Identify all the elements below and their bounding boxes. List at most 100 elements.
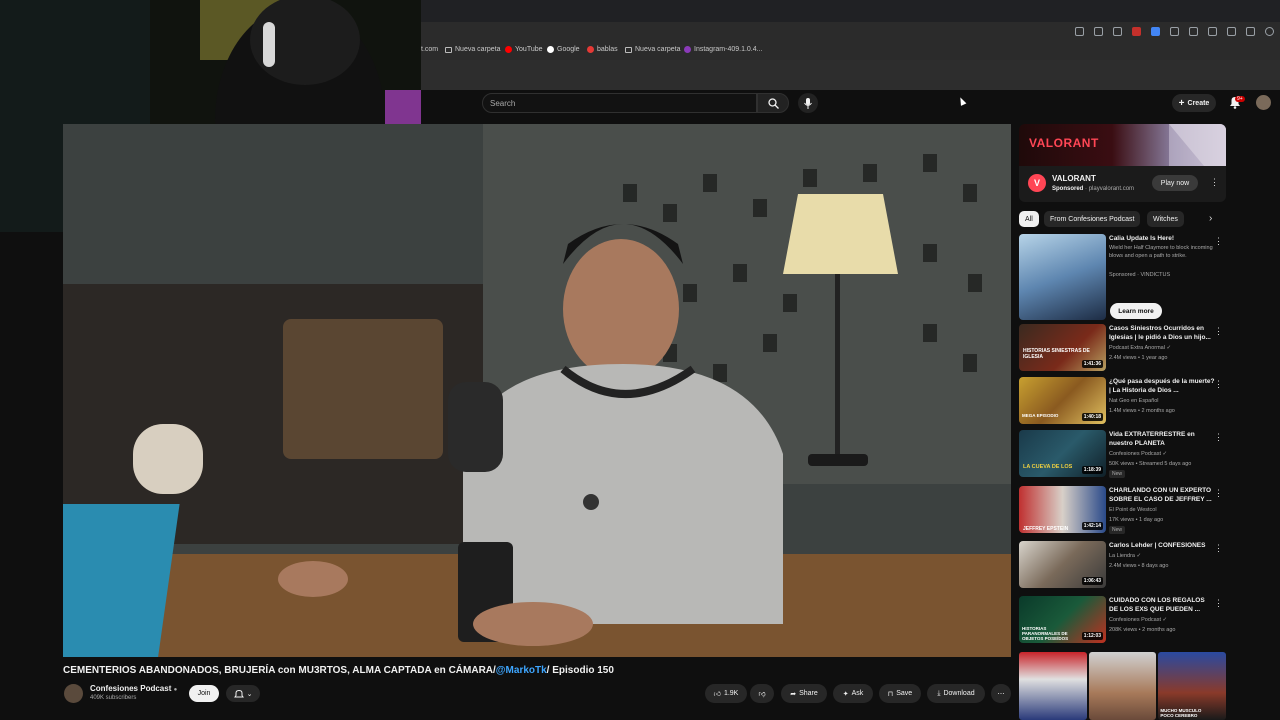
- profile-icon[interactable]: [1265, 27, 1274, 36]
- recommendation-item[interactable]: HISTORIAS PARANORMALES DE OBJETOS POSEÍD…: [1019, 596, 1226, 644]
- video-title: CEMENTERIOS ABANDONADOS, BRUJERÍA con MU…: [63, 665, 763, 676]
- video-thumbnail: HISTORIAS SINIESTRAS DE IGLESIA 1:41:36: [1019, 324, 1106, 371]
- google-icon: [547, 46, 554, 53]
- ad-more-icon[interactable]: ⋮: [1210, 178, 1219, 187]
- ad-banner[interactable]: VALORANT: [1019, 124, 1226, 166]
- bookmark-item[interactable]: Instagram-409.1.0.4...: [684, 46, 762, 53]
- bookmark-folder[interactable]: Nueva carpeta: [445, 46, 501, 53]
- learn-more-button[interactable]: Learn more: [1110, 303, 1162, 319]
- bookmark-label: Nueva carpeta: [635, 46, 681, 53]
- chip-witches[interactable]: Witches: [1147, 211, 1184, 227]
- short-thumbnail[interactable]: [1088, 652, 1157, 720]
- recommendation-item[interactable]: LA CUEVA DE LOS 1:18:39 Vida EXTRATERRES…: [1019, 430, 1226, 478]
- more-vertical-icon[interactable]: ⋮: [1214, 236, 1223, 247]
- short-thumbnail[interactable]: [1019, 652, 1087, 720]
- rec-meta: 208K views • 2 months ago: [1109, 627, 1176, 633]
- bookmark-item[interactable]: t.com: [421, 46, 438, 53]
- extension-icon[interactable]: [1227, 27, 1236, 36]
- bookmark-label: Nueva carpeta: [455, 46, 501, 53]
- more-horizontal-icon: ⋯: [997, 690, 1005, 698]
- extension-icons[interactable]: [1075, 27, 1274, 36]
- subscription-bell-button[interactable]: ⌄: [226, 685, 260, 702]
- bookmark-folder[interactable]: Nueva carpeta: [625, 46, 681, 53]
- voice-search-button[interactable]: [798, 93, 818, 113]
- ask-button[interactable]: ✦ Ask: [833, 684, 873, 703]
- dislike-button[interactable]: 👎︎: [750, 684, 774, 703]
- more-vertical-icon[interactable]: ⋮: [1214, 379, 1223, 390]
- chevron-right-icon[interactable]: ›: [1209, 213, 1212, 224]
- save-button[interactable]: ⊓ Save: [879, 684, 921, 703]
- recommendation-item[interactable]: 1:06:43 Carlos Lehder | CONFESIONES La L…: [1019, 541, 1226, 589]
- extension-icon[interactable]: [1170, 27, 1179, 36]
- play-now-button[interactable]: Play now: [1152, 175, 1198, 191]
- rec-channel: Nat Geo en Español: [1109, 398, 1159, 404]
- shorts-shelf[interactable]: MUCHO MUSCULO POCO CEREBRO: [1019, 652, 1227, 720]
- video-duration: 1:41:36: [1081, 360, 1103, 368]
- short-thumbnail[interactable]: MUCHO MUSCULO POCO CEREBRO: [1158, 652, 1227, 720]
- extension-icon[interactable]: [1113, 27, 1122, 36]
- rec-meta: 50K views • Streamed 5 days ago: [1109, 461, 1192, 467]
- more-vertical-icon[interactable]: ⋮: [1214, 488, 1223, 499]
- bookmark-label: YouTube: [515, 46, 543, 53]
- video-title-text: CEMENTERIOS ABANDONADOS, BRUJERÍA con MU…: [63, 665, 496, 676]
- thumbnail-text: HISTORIAS PARANORMALES DE OBJETOS POSEÍD…: [1022, 626, 1069, 641]
- download-icon[interactable]: [1189, 27, 1198, 36]
- cast-icon[interactable]: [1075, 27, 1084, 36]
- folder-icon: [625, 46, 632, 53]
- download-button[interactable]: ⤓ Download: [927, 684, 985, 703]
- more-vertical-icon[interactable]: ⋮: [1214, 598, 1223, 609]
- video-thumbnail: HISTORIAS PARANORMALES DE OBJETOS POSEÍD…: [1019, 596, 1106, 643]
- video-thumbnail: MEGA EPISODIO 1:40:18: [1019, 377, 1106, 424]
- bookmark-item[interactable]: Google: [547, 46, 580, 53]
- download-label: Download: [943, 690, 975, 697]
- sidebar-icon[interactable]: [1246, 27, 1255, 36]
- video-player[interactable]: [63, 124, 1011, 657]
- rec-channel: El Point de Westcol: [1109, 507, 1157, 513]
- sponsored-label: Sponsored: [1052, 186, 1084, 192]
- search-input[interactable]: Search: [482, 93, 757, 113]
- recommendation-item[interactable]: JEFFREY EPSTEIN 1:42:14 CHARLANDO CON UN…: [1019, 486, 1226, 534]
- more-vertical-icon[interactable]: ⋮: [1214, 432, 1223, 443]
- more-vertical-icon[interactable]: ⋮: [1214, 543, 1223, 554]
- more-vertical-icon[interactable]: ⋮: [1214, 326, 1223, 337]
- recommendation-item[interactable]: MEGA EPISODIO 1:40:18 ¿Qué pasa después …: [1019, 377, 1226, 425]
- rec-title: CUIDADO CON LOS REGALOS DE LOS EXS QUE P…: [1109, 597, 1205, 613]
- like-button[interactable]: 👍︎ 1.9K: [705, 684, 747, 703]
- folder-icon: [445, 46, 452, 53]
- extension-icon[interactable]: [1132, 27, 1141, 36]
- chip-from-channel[interactable]: From Confesiones Podcast: [1044, 211, 1141, 227]
- more-actions-button[interactable]: ⋯: [991, 684, 1011, 703]
- recommendation-item[interactable]: HISTORIAS SINIESTRAS DE IGLESIA 1:41:36 …: [1019, 324, 1226, 372]
- sparkle-icon: ✦: [842, 690, 849, 698]
- create-button[interactable]: + Create: [1172, 94, 1216, 112]
- bookmark-item[interactable]: YouTube: [505, 46, 543, 53]
- rec-channel: La Liendra ✓: [1109, 553, 1142, 559]
- new-badge: New: [1109, 470, 1126, 478]
- video-thumbnail: LA CUEVA DE LOS 1:18:39: [1019, 430, 1106, 477]
- new-badge: New: [1109, 526, 1126, 534]
- rec-title: Vida EXTRATERRESTRE en nuestro PLANETA: [1109, 431, 1195, 447]
- bookmark-item[interactable]: bablas: [587, 46, 618, 53]
- rec-meta: 17K views • 1 day ago: [1109, 517, 1164, 523]
- ad-title[interactable]: VALORANT: [1052, 174, 1096, 183]
- extension-icon[interactable]: [1208, 27, 1217, 36]
- channel-name[interactable]: Confesiones Podcast ●: [90, 684, 177, 693]
- account-avatar[interactable]: [1256, 95, 1271, 110]
- search-icon: [767, 97, 779, 109]
- rec-channel: Confesiones Podcast ✓: [1109, 451, 1168, 457]
- share-button[interactable]: ➦ Share: [781, 684, 827, 703]
- rec-channel: Podcast Extra Anormal ✓: [1109, 345, 1172, 351]
- join-button[interactable]: Join: [189, 685, 219, 702]
- ask-label: Ask: [851, 690, 864, 697]
- mention-link[interactable]: @MarkoTk: [496, 665, 547, 676]
- microphone-icon: [804, 97, 812, 109]
- extension-icon[interactable]: [1151, 27, 1160, 36]
- valorant-logo-icon[interactable]: V: [1028, 174, 1046, 192]
- rec-meta: 1.4M views • 2 months ago: [1109, 408, 1175, 414]
- video-duration: 1:12:03: [1081, 632, 1103, 640]
- bookmark-star-icon[interactable]: [1094, 27, 1103, 36]
- channel-avatar[interactable]: [64, 684, 83, 703]
- chip-all[interactable]: All: [1019, 211, 1039, 227]
- thumbs-up-icon: 👍︎: [713, 691, 721, 698]
- search-button[interactable]: [757, 93, 789, 113]
